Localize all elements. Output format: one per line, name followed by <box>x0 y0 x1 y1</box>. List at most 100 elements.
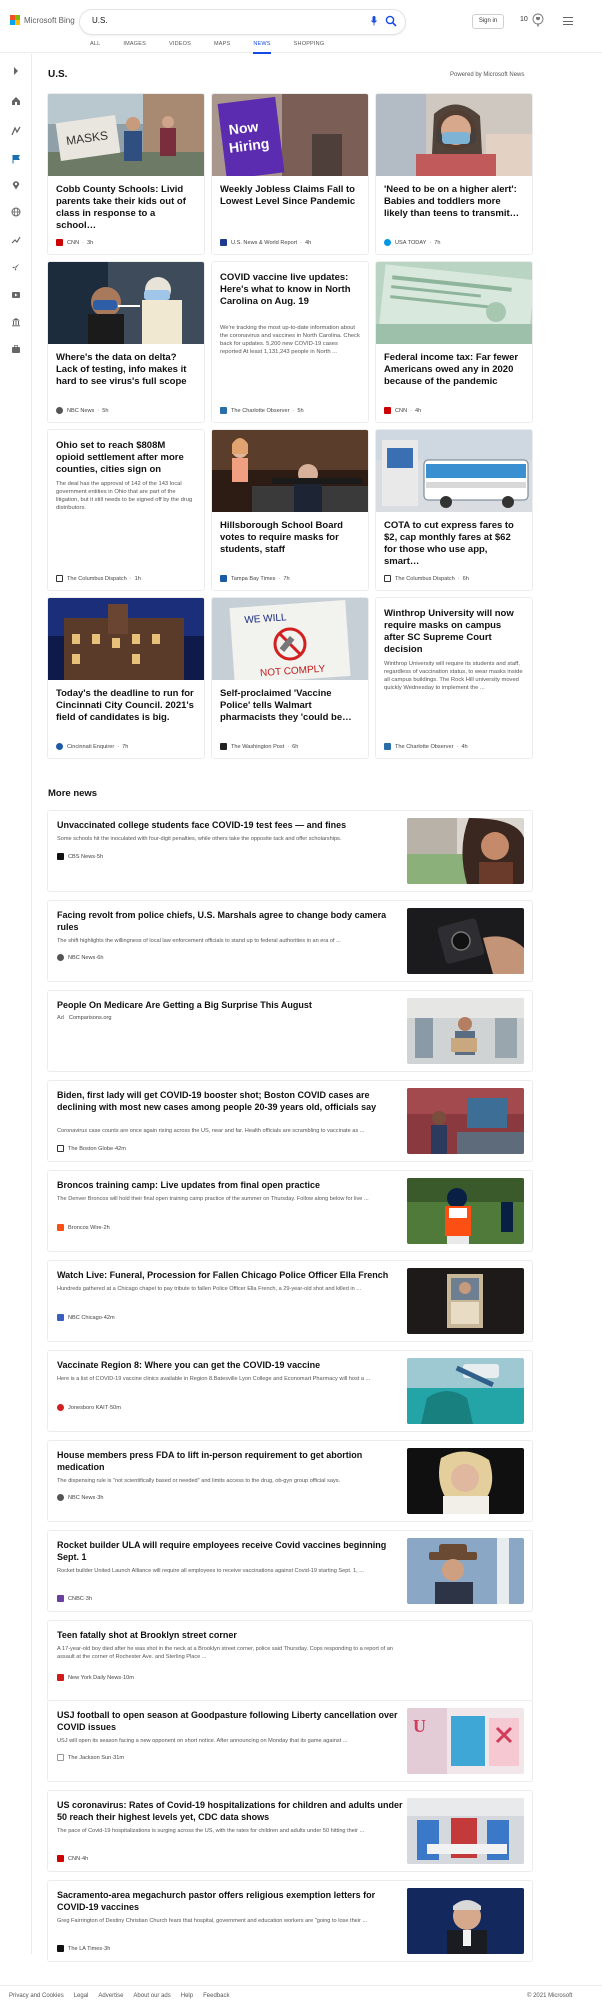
rocket-icon[interactable] <box>11 262 21 272</box>
entertainment-icon[interactable] <box>11 290 21 300</box>
source-logo-icon <box>384 407 391 414</box>
source-name: Broncos Wire <box>68 1224 102 1231</box>
news-card[interactable]: 'Need to be on a higher alert': Babies a… <box>376 94 532 254</box>
source-logo-icon <box>384 239 391 246</box>
globe-icon[interactable] <box>11 207 21 217</box>
news-source: USA TODAY · 7h <box>384 239 441 246</box>
news-source: NBC News · 5h <box>56 407 108 414</box>
search-box[interactable]: U.S. <box>80 10 405 34</box>
news-list-item[interactable]: Watch Live: Funeral, Procession for Fall… <box>48 1261 532 1341</box>
search-icon[interactable] <box>385 15 397 27</box>
news-title[interactable]: Winthrop University will now require mas… <box>384 608 524 656</box>
news-list-item[interactable]: Broncos training camp: Live updates from… <box>48 1171 532 1251</box>
tab-news[interactable]: NEWS <box>253 41 271 54</box>
news-list-item[interactable]: Facing revolt from police chiefs, U.S. M… <box>48 901 532 981</box>
news-title[interactable]: Where's the data on delta? Lack of testi… <box>56 352 196 388</box>
news-card[interactable]: Winthrop University will now require mas… <box>376 598 532 758</box>
news-title[interactable]: Federal income tax: Far fewer Americans … <box>384 352 524 388</box>
news-list-item[interactable]: Vaccinate Region 8: Where you can get th… <box>48 1351 532 1431</box>
footer-link-advertise[interactable]: Advertise <box>98 1993 123 1999</box>
news-title[interactable]: USJ football to open season at Goodpastu… <box>57 1709 407 1733</box>
source-logo-icon <box>56 743 63 750</box>
source-time: 6h <box>292 743 299 750</box>
news-card[interactable]: Today's the deadline to run for Cincinna… <box>48 598 204 758</box>
news-title[interactable]: Teen fatally shot at Brooklyn street cor… <box>57 1629 407 1641</box>
news-title[interactable]: COVID vaccine live updates: Here's what … <box>220 272 360 308</box>
news-card[interactable]: WE WILL NOT COMPLY Self-proclaimed 'Vacc… <box>212 598 368 758</box>
trend-icon[interactable] <box>11 235 21 245</box>
news-title[interactable]: People On Medicare Are Getting a Big Sur… <box>57 999 407 1011</box>
news-source: CNN · 4h <box>384 407 421 414</box>
news-title[interactable]: Facing revolt from police chiefs, U.S. M… <box>57 909 407 933</box>
news-card[interactable]: COTA to cut express fares to $2, cap mon… <box>376 430 532 590</box>
news-thumbnail <box>407 1358 524 1424</box>
news-title[interactable]: US coronavirus: Rates of Covid-19 hospit… <box>57 1799 407 1823</box>
rewards-points[interactable]: 10 <box>520 16 528 23</box>
source-logo-icon <box>220 575 227 582</box>
tab-images[interactable]: IMAGES <box>123 41 146 54</box>
news-title[interactable]: Unvaccinated college students face COVID… <box>57 819 407 831</box>
discover-icon[interactable] <box>11 126 21 136</box>
sign-in-button[interactable]: Sign in <box>472 14 504 29</box>
news-title[interactable]: Weekly Jobless Claims Fall to Lowest Lev… <box>220 184 360 208</box>
news-snippet: Here is a list of COVID-19 vaccine clini… <box>57 1376 371 1382</box>
footer-link-privacy[interactable]: Privacy and Cookies <box>9 1993 64 1999</box>
hamburger-menu-icon[interactable] <box>563 17 573 25</box>
news-title[interactable]: Sacramento-area megachurch pastor offers… <box>57 1889 407 1913</box>
tab-all[interactable]: ALL <box>90 41 100 54</box>
tab-maps[interactable]: MAPS <box>214 41 230 54</box>
news-card[interactable]: Now Hiring Weekly Jobless Claims Fall to… <box>212 94 368 254</box>
news-thumbnail <box>407 1088 524 1154</box>
news-list-item[interactable]: USJ football to open season at Goodpastu… <box>48 1701 532 1781</box>
footer-link-legal[interactable]: Legal <box>74 1993 89 1999</box>
news-image: Now Hiring <box>212 94 368 180</box>
news-title[interactable]: Broncos training camp: Live updates from… <box>57 1179 407 1191</box>
briefcase-icon[interactable] <box>11 344 21 354</box>
news-list-item[interactable]: People On Medicare Are Getting a Big Sur… <box>48 991 532 1071</box>
news-list-item[interactable]: House members press FDA to lift in-perso… <box>48 1441 532 1521</box>
news-card[interactable]: Hillsborough School Board votes to requi… <box>212 430 368 590</box>
home-icon[interactable] <box>11 96 21 106</box>
news-title[interactable]: Biden, first lady will get COVID-19 boos… <box>57 1089 407 1113</box>
news-title[interactable]: Cobb County Schools: Livid parents take … <box>56 184 196 232</box>
bing-logo[interactable]: Microsoft Bing <box>10 15 75 25</box>
news-title[interactable]: Hillsborough School Board votes to requi… <box>220 520 360 556</box>
news-list-item[interactable]: US coronavirus: Rates of Covid-19 hospit… <box>48 1791 532 1871</box>
news-card[interactable]: Where's the data on delta? Lack of testi… <box>48 262 204 422</box>
news-card[interactable]: COVID vaccine live updates: Here's what … <box>212 262 368 422</box>
search-input[interactable]: U.S. <box>92 16 108 25</box>
news-list-item[interactable]: Sacramento-area megachurch pastor offers… <box>48 1881 532 1961</box>
news-card[interactable]: Federal income tax: Far fewer Americans … <box>376 262 532 422</box>
news-title[interactable]: COTA to cut express fares to $2, cap mon… <box>384 520 524 568</box>
flag-icon[interactable] <box>11 154 21 164</box>
news-card[interactable]: MASKS Cobb County Schools: Livid parents… <box>48 94 204 254</box>
news-list-item[interactable]: Biden, first lady will get COVID-19 boos… <box>48 1081 532 1161</box>
news-card[interactable]: Ohio set to reach $808M opioid settlemen… <box>48 430 204 590</box>
news-title[interactable]: Rocket builder ULA will require employee… <box>57 1539 407 1563</box>
news-title[interactable]: Vaccinate Region 8: Where you can get th… <box>57 1359 407 1371</box>
source-logo-icon <box>57 954 64 961</box>
government-icon[interactable] <box>11 317 21 327</box>
location-pin-icon[interactable] <box>11 180 21 190</box>
news-list-item[interactable]: Teen fatally shot at Brooklyn street cor… <box>48 1621 532 1701</box>
footer-link-feedback[interactable]: Feedback <box>203 1993 229 1999</box>
tab-videos[interactable]: VIDEOS <box>169 41 191 54</box>
footer-link-about-ads[interactable]: About our ads <box>133 1993 170 1999</box>
news-title[interactable]: Ohio set to reach $808M opioid settlemen… <box>56 440 196 476</box>
source-time: 3h <box>104 1945 111 1952</box>
rewards-trophy-icon[interactable] <box>532 13 544 27</box>
source-logo-icon <box>56 575 63 582</box>
footer-link-help[interactable]: Help <box>181 1993 193 1999</box>
microphone-icon[interactable] <box>371 16 377 26</box>
expand-chevron-icon[interactable] <box>11 66 21 76</box>
news-source: Broncos Wire · 2h <box>57 1224 110 1231</box>
news-title[interactable]: Watch Live: Funeral, Procession for Fall… <box>57 1269 407 1281</box>
news-list-item[interactable]: Rocket builder ULA will require employee… <box>48 1531 532 1611</box>
source-time: 4h <box>82 1855 89 1862</box>
tab-shopping[interactable]: SHOPPING <box>294 41 325 54</box>
news-title[interactable]: House members press FDA to lift in-perso… <box>57 1449 407 1473</box>
news-title[interactable]: Today's the deadline to run for Cincinna… <box>56 688 196 724</box>
news-list-item[interactable]: Unvaccinated college students face COVID… <box>48 811 532 891</box>
news-title[interactable]: Self-proclaimed 'Vaccine Police' tells W… <box>220 688 360 724</box>
news-title[interactable]: 'Need to be on a higher alert': Babies a… <box>384 184 524 220</box>
